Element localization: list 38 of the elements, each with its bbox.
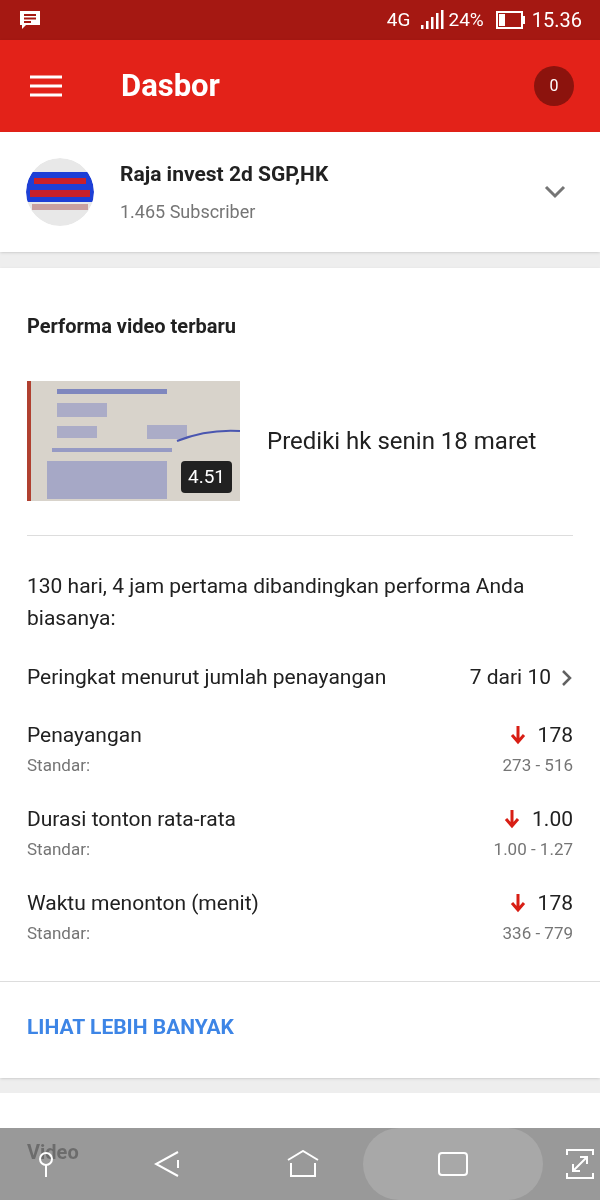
battery-percent: 24%	[448, 6, 484, 33]
metric-name: Durasi tonton rata-rata	[27, 805, 237, 833]
standard-label: Standar:	[27, 754, 91, 777]
standard-label: Standar:	[27, 838, 91, 861]
signal-icon	[420, 10, 445, 30]
home-icon[interactable]	[286, 1150, 320, 1178]
clock: 15.36	[531, 7, 582, 34]
standard-range: 273 - 516	[502, 754, 573, 777]
notification-badge[interactable]: 0	[534, 66, 574, 106]
metric-value: 178	[537, 889, 573, 917]
channel-name: Raja invest 2d SGP,HK	[120, 160, 330, 188]
ranking-value: 7 dari 10	[469, 664, 551, 691]
chevron-down-icon[interactable]	[544, 185, 566, 199]
standard-label: Standar:	[27, 922, 91, 945]
chevron-right-icon	[561, 668, 573, 687]
standard-range: 336 - 779	[502, 922, 573, 945]
page-title: Dasbor	[121, 65, 221, 106]
subscriber-count: 1.465 Subscriber	[120, 200, 257, 225]
ranking-label: Peringkat menurut jumlah penayangan	[27, 664, 388, 691]
duration-badge: 4.51	[180, 460, 232, 493]
metric-value: 178	[537, 721, 573, 749]
menu-icon	[30, 75, 62, 97]
standard-range: 1.00 - 1.27	[493, 838, 573, 861]
recents-icon	[438, 1152, 468, 1176]
section-heading: Performa video terbaru	[27, 313, 237, 340]
menu-button[interactable]	[30, 74, 62, 98]
message-icon	[18, 9, 42, 31]
ranking-row[interactable]: Peringkat menurut jumlah penayangan 7 dari 10	[27, 662, 573, 694]
metric-name: Waktu menonton (menit)	[27, 889, 260, 917]
see-more-link[interactable]: LIHAT LEBIH BANYAK	[27, 1014, 234, 1039]
metric-name: Penayangan	[27, 721, 143, 749]
back-icon[interactable]	[154, 1150, 180, 1178]
summary-text: 130 hari, 4 jam pertama dibandingkan performa Anda biasanya:	[27, 573, 526, 632]
metric-value: 1.00	[532, 805, 573, 833]
battery-icon	[495, 11, 526, 29]
video-title[interactable]: Prediki hk senin 18 maret	[267, 423, 537, 459]
network-type: 4G	[386, 6, 411, 33]
expand-icon[interactable]	[566, 1149, 594, 1179]
